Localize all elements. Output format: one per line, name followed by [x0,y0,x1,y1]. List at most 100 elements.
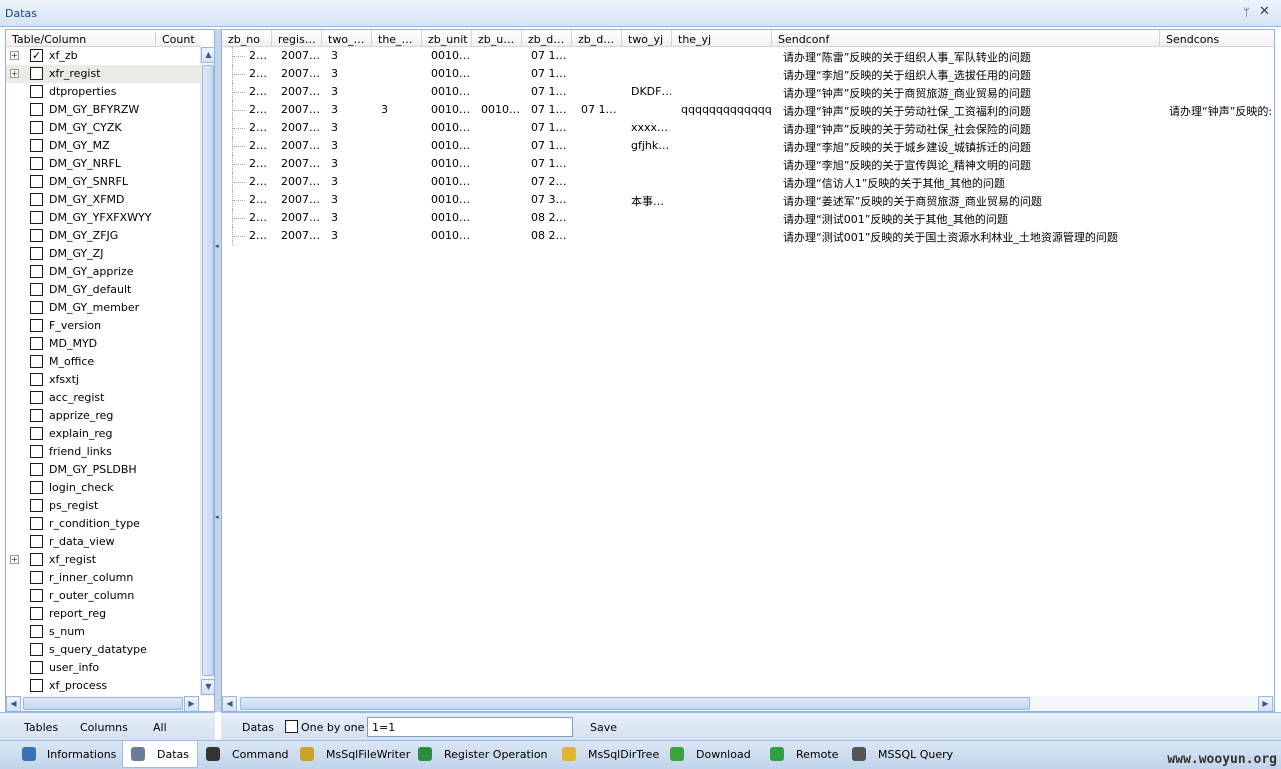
tree-item[interactable]: ps_regist [6,497,201,515]
table-checkbox[interactable] [30,373,43,386]
tree-item[interactable]: DM_GY_ZFJG [6,227,201,245]
grid-cell[interactable]: 2007… [281,49,320,62]
table-checkbox[interactable] [30,121,43,134]
table-checkbox[interactable] [30,193,43,206]
grid-cell[interactable]: 0010… [431,175,470,188]
table-checkbox[interactable] [30,247,43,260]
table-checkbox[interactable] [30,175,43,188]
expand-icon[interactable]: + [10,69,19,78]
tree-item[interactable]: + xf_regist [6,551,201,569]
grid-cell[interactable]: 2007… [281,211,320,224]
tree-item[interactable]: DM_GY_YFXFXWYY [6,209,201,227]
grid-cell[interactable]: 2007… [281,85,320,98]
grid-cell[interactable]: 0010… [481,103,520,116]
grid-cell[interactable]: 07 1… [531,85,567,98]
save-button[interactable]: Save [590,721,617,734]
grid-cell[interactable]: DKDF… [631,85,671,98]
table-checkbox[interactable] [30,337,43,350]
grid-cell[interactable]: 请办理“姜述军”反映的关于商贸旅游_商业贸易的问题 [783,193,1042,209]
grid-cell[interactable]: 2… [249,157,267,170]
grid-cell[interactable]: 3 [381,103,388,116]
tree-vertical-scrollbar[interactable]: ▲ ▼ [200,47,214,696]
grid-column-header[interactable]: Sendconf [772,30,1160,47]
grid-cell[interactable]: 3 [331,67,338,80]
grid-cell[interactable]: 0010… [431,103,470,116]
grid-cell[interactable]: 3 [331,121,338,134]
grid-column-header[interactable]: zb_d… [522,30,572,47]
grid-cell[interactable]: 请办理“陈雷”反映的关于组织人事_军队转业的问题 [783,49,1031,65]
table-checkbox[interactable]: ✓ [30,49,43,62]
close-icon[interactable]: ✕ [1259,4,1273,20]
grid-column-header[interactable]: zb_unit [422,30,472,47]
table-row[interactable]: 2… 2007… 3 0010… 07 1… 请办理“李旭”反映的关于宣传舆论_精神文明的… [222,155,1274,173]
table-checkbox[interactable] [30,679,43,692]
tree-item[interactable]: DM_GY_member [6,299,201,317]
tree-item[interactable]: DM_GY_ZJ [6,245,201,263]
table-checkbox[interactable] [30,499,43,512]
scroll-thumb[interactable] [23,697,183,710]
grid-cell[interactable]: 请办理“钟声”反映的关于商贸旅游_商业贸易的问题 [783,85,1031,101]
grid-column-header[interactable]: the_yj [672,30,772,47]
table-checkbox[interactable] [30,85,43,98]
scroll-thumb[interactable] [240,697,1030,710]
table-checkbox[interactable] [30,643,43,656]
table-row[interactable]: 2… 2007… 3 3 0010… 0010… 07 1… 07 1… qqqqqqqqqqq… [222,101,1274,119]
tree-item[interactable]: r_data_view [6,533,201,551]
grid-cell[interactable]: 请办理“李旭”反映的关于宣传舆论_精神文明的问题 [783,157,1031,173]
table-checkbox[interactable] [30,301,43,314]
grid-column-header[interactable]: the_… [372,30,422,47]
table-checkbox[interactable] [30,517,43,530]
grid-cell[interactable]: 0010… [431,67,470,80]
grid-cell[interactable]: 07 1… [531,49,567,62]
grid-cell[interactable]: 0010… [431,85,470,98]
scroll-right-icon[interactable]: ▶ [184,696,199,711]
grid-cell[interactable]: 07 1… [531,157,567,170]
tab-command[interactable]: Command [198,741,289,768]
grid-cell[interactable]: xxxx… [631,121,668,134]
tables-button[interactable]: Tables [24,721,58,734]
tree-item[interactable]: DM_GY_PSLDBH [6,461,201,479]
grid-cell[interactable]: 2… [249,103,267,116]
tree-item[interactable]: DM_GY_CYZK [6,119,201,137]
grid-cell[interactable]: 0010… [431,157,470,170]
tree-item[interactable]: F_version [6,317,201,335]
grid-cell[interactable]: 0010… [431,193,470,206]
table-checkbox[interactable] [30,319,43,332]
tree-item[interactable]: xfsxtj [6,371,201,389]
table-checkbox[interactable] [30,661,43,674]
tab-mssql-query[interactable]: MSSQL Query [844,741,953,768]
grid-cell[interactable]: 0010… [431,49,470,62]
table-checkbox[interactable] [30,355,43,368]
grid-cell[interactable]: 2… [249,193,267,206]
scroll-up-icon[interactable]: ▲ [201,47,214,63]
table-checkbox[interactable] [30,553,43,566]
grid-cell[interactable]: 3 [331,193,338,206]
table-checkbox[interactable] [30,157,43,170]
grid-column-header[interactable]: zb_u… [472,30,522,47]
grid-cell[interactable]: 请办理“钟声”反映的: [1169,103,1272,119]
grid-cell[interactable]: 2… [249,211,267,224]
tree-item[interactable]: friend_links [6,443,201,461]
tree-item[interactable]: DM_GY_SNRFL [6,173,201,191]
table-row[interactable]: 2… 2007… 3 0010… 07 2… 请办理“信访人1”反映的关于其他_其他的问题 [222,173,1274,191]
tab-informations[interactable]: Informations [6,741,122,768]
table-checkbox[interactable] [30,607,43,620]
grid-cell[interactable]: 07 3… [531,193,567,206]
scroll-right-icon[interactable]: ▶ [1258,696,1273,711]
grid-cell[interactable]: 07 1… [531,139,567,152]
grid-cell[interactable]: 2… [249,49,267,62]
tab-register-operation[interactable]: Register Operation [410,741,550,768]
header-count[interactable]: Count [162,33,195,46]
table-row[interactable]: 2… 2007… 3 0010… 07 1… 请办理“李旭”反映的关于组织人事_选拔任用的… [222,65,1274,83]
scroll-down-icon[interactable]: ▼ [201,679,214,695]
grid-cell[interactable]: 07 1… [531,121,567,134]
grid-cell[interactable]: 3 [331,49,338,62]
datas-button[interactable]: Datas [242,721,274,734]
table-row[interactable]: 2… 2007… 3 0010… 07 1… xxxx… 请办理“钟声”反映的关于劳动社保_… [222,119,1274,137]
grid-horizontal-scrollbar[interactable]: ◀ ▶ [222,696,1274,711]
grid-cell[interactable]: 2… [249,175,267,188]
table-row[interactable]: 2… 2007… 3 0010… 07 1… gfjhk… 请办理“李旭”反映的关于城乡建设… [222,137,1274,155]
tree-item[interactable]: s_query_datatype [6,641,201,659]
grid-cell[interactable]: 本事… [631,193,664,209]
tab-datas[interactable]: Datas [122,741,198,768]
